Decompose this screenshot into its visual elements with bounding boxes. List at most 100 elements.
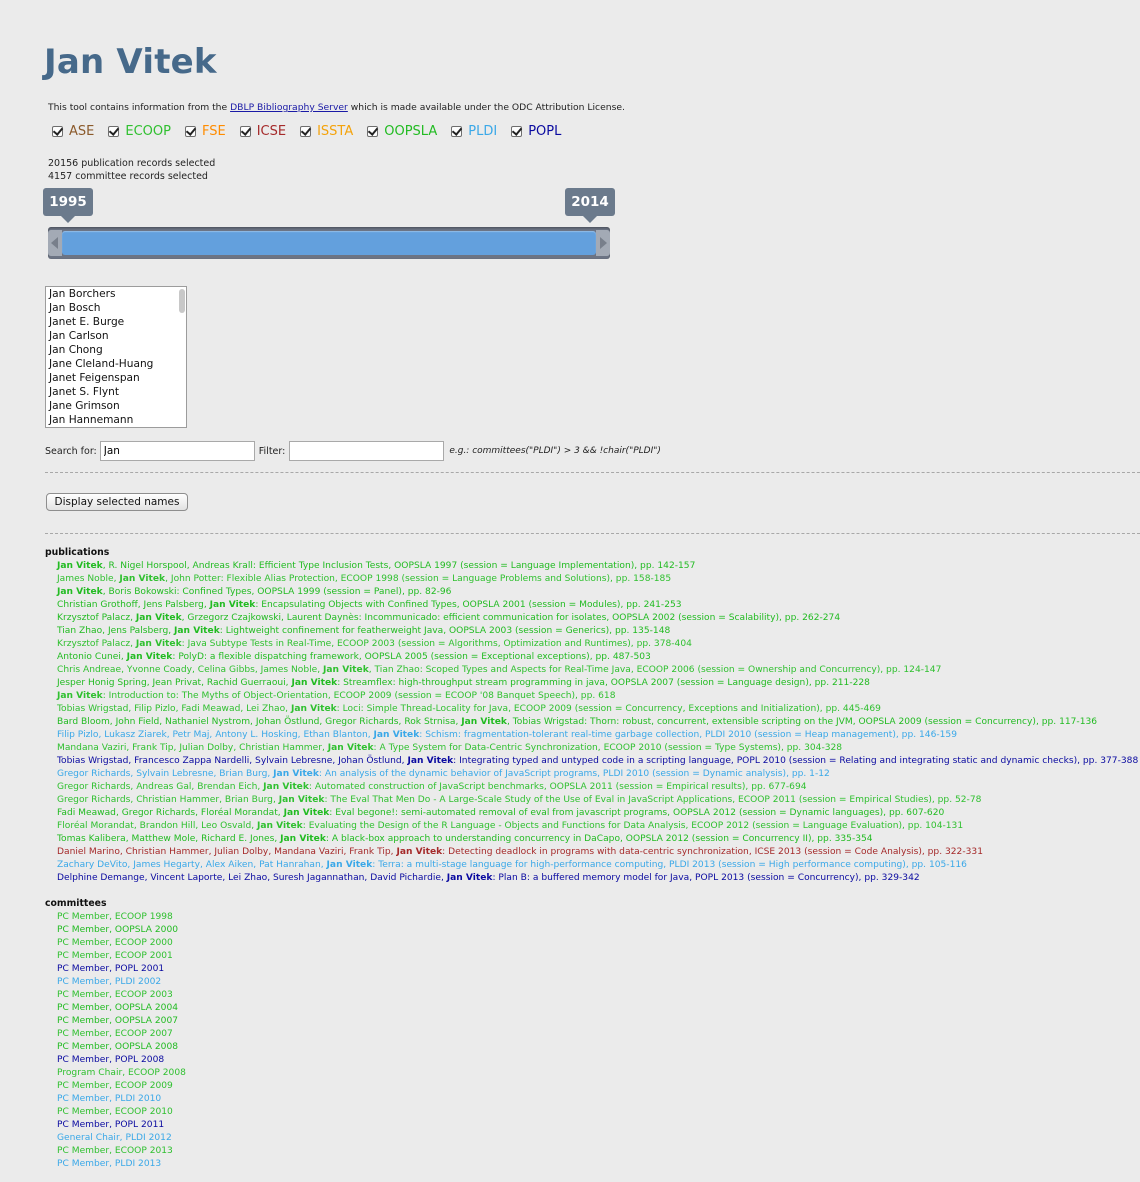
committee-entry: PC Member, ECOOP 2003	[57, 990, 173, 1000]
author-highlight: Jan Vitek	[273, 769, 319, 779]
conference-label: ICSE	[256, 123, 287, 139]
name-option[interactable]: Jane Cleland-Huang	[46, 357, 186, 371]
checkbox-icse[interactable]	[239, 125, 251, 137]
publication-text: Krzysztof Palacz,	[57, 613, 136, 623]
name-option[interactable]: Jan Hannemann	[46, 413, 186, 427]
author-highlight: Jan Vitek	[291, 678, 338, 688]
author-highlight: Jan Vitek	[283, 808, 330, 818]
conference-filter-fse[interactable]: FSE	[184, 124, 226, 139]
publication-text: Gregor Richards, Sylvain Lebresne, Brian…	[57, 769, 274, 779]
publication-entry: Tobias Wrigstad, Francesco Zappa Nardell…	[57, 755, 1138, 768]
committees-header: committees	[45, 898, 107, 909]
conference-filter-popl[interactable]: POPL	[511, 124, 561, 139]
committee-entry: PC Member, ECOOP 2009	[57, 1081, 173, 1091]
name-option[interactable]: Jan Borchers	[46, 287, 186, 301]
name-option[interactable]: Jane Grimson	[46, 399, 186, 413]
checkbox-issta[interactable]	[300, 125, 312, 137]
publication-text: Bard Bloom, John Field, Nathaniel Nystro…	[57, 717, 462, 727]
checkbox-oopsla[interactable]	[367, 125, 379, 137]
publication-entry: Gregor Richards, Sylvain Lebresne, Brian…	[57, 768, 1138, 781]
author-highlight: Jan Vitek	[57, 561, 103, 571]
publication-entry: Bard Bloom, John Field, Nathaniel Nystro…	[57, 716, 1138, 729]
author-highlight: Jan Vitek	[278, 795, 325, 805]
committee-entry: PC Member, OOPSLA 2007	[57, 1016, 179, 1026]
publication-text: , Boris Bokowski: Confined Types, OOPSLA…	[102, 587, 452, 597]
author-highlight: Jan Vitek	[135, 639, 182, 649]
publication-text: : Loci: Simple Thread-Locality for Java,…	[336, 704, 881, 714]
year-to-label: 2014	[565, 188, 615, 223]
filter-label: Filter:	[258, 445, 286, 457]
publication-text: Jesper Honig Spring, Jean Privat, Rachid…	[57, 678, 292, 688]
filter-input[interactable]	[289, 441, 445, 461]
publication-entry: Delphine Demange, Vincent Laporte, Lei Z…	[57, 872, 1138, 885]
dblp-link[interactable]: DBLP Bibliography Server	[230, 102, 348, 113]
publication-entry: Jan Vitek: Introduction to: The Myths of…	[57, 690, 1138, 703]
search-row: Search for: Filter: e.g.: committees("PL…	[45, 440, 661, 462]
publication-text: Tian Zhao, Jens Palsberg,	[57, 626, 175, 636]
publication-entry: Gregor Richards, Andreas Gal, Brendan Ei…	[57, 781, 1138, 794]
conference-filter-pldi[interactable]: PLDI	[451, 124, 497, 139]
conference-filter-ase[interactable]: ASE	[52, 124, 94, 139]
publication-entry: Fadi Meawad, Gregor Richards, Floréal Mo…	[57, 807, 1138, 820]
publication-entry: Tomas Kalibera, Matthew Mole, Richard E.…	[57, 833, 1138, 846]
search-input[interactable]	[99, 441, 255, 461]
publication-entry: Christian Grothoff, Jens Palsberg, Jan V…	[57, 599, 1138, 612]
conference-filter-issta[interactable]: ISSTA	[300, 124, 353, 139]
publication-text: , Grzegorz Czajkowski, Laurent Daynès: I…	[181, 613, 841, 623]
checkbox-ecoop[interactable]	[108, 125, 120, 137]
name-list[interactable]: Jan Borchers Jan Bosch Janet E. Burge Jan C…	[45, 286, 187, 428]
search-label: Search for:	[45, 445, 97, 457]
author-highlight: Jan Vitek	[174, 626, 220, 636]
author-highlight: Jan Vitek	[396, 847, 443, 857]
author-highlight: Jan Vitek	[373, 730, 420, 740]
author-highlight: Jan Vitek	[327, 743, 374, 753]
selected-range[interactable]	[62, 231, 596, 255]
conference-filter-icse[interactable]: ICSE	[239, 123, 287, 139]
publication-text: : Terra: a multi-stage language for high…	[372, 860, 967, 870]
year-range-slider[interactable]	[48, 227, 610, 259]
publication-text: : A Type System for Data-Centric Synchro…	[373, 743, 843, 753]
publication-entry: Daniel Marino, Christian Hammer, Julian …	[57, 846, 1138, 859]
committee-count: 4157 committee records selected	[48, 171, 208, 182]
filter-example: e.g.: committees("PLDI") > 3 && !chair("…	[449, 446, 661, 456]
conference-filter-ecoop[interactable]: ECOOP	[108, 124, 171, 139]
publication-text: : PolyD: a flexible dispatching framewor…	[172, 652, 651, 662]
publication-text: : An analysis of the dynamic behavior of…	[318, 769, 830, 779]
intro-text: This tool contains information from the …	[48, 102, 625, 113]
name-option[interactable]: Jan Bosch	[46, 301, 186, 315]
publication-entry: Mandana Vaziri, Frank Tip, Julian Dolby,…	[57, 742, 1138, 755]
conference-filter-oopsla[interactable]: OOPSLA	[367, 124, 437, 139]
name-list-scrollbar[interactable]	[179, 289, 185, 313]
author-highlight: Jan Vitek	[280, 834, 326, 844]
publication-entry: Krzysztof Palacz, Jan Vitek, Grzegorz Cz…	[57, 612, 1138, 625]
checkbox-pldi[interactable]	[451, 125, 463, 137]
publication-entry: Filip Pizlo, Lukasz Ziarek, Petr Maj, An…	[57, 729, 1138, 742]
publication-text: , John Potter: Flexible Alias Protection…	[165, 574, 672, 584]
slider-right-handle[interactable]	[596, 230, 610, 256]
name-option[interactable]: Janet E. Burge	[46, 315, 186, 329]
name-option[interactable]: Jan Carlson	[46, 329, 186, 343]
name-option[interactable]: Janet Feigenspan	[46, 371, 186, 385]
publication-text: Mandana Vaziri, Frank Tip, Julian Dolby,…	[57, 743, 328, 753]
committee-entry: PC Member, ECOOP 2007	[57, 1029, 173, 1039]
slider-left-handle[interactable]	[48, 230, 62, 256]
committee-entry: PC Member, PLDI 2002	[57, 977, 162, 987]
publication-text: Christian Grothoff, Jens Palsberg,	[57, 600, 210, 610]
conference-label: ECOOP	[125, 123, 171, 139]
conference-label: PLDI	[468, 123, 498, 139]
publication-text: : Encapsulating Objects with Confined Ty…	[255, 600, 682, 610]
publication-text: Gregor Richards, Andreas Gal, Brendan Ei…	[57, 782, 264, 792]
name-option[interactable]: Janet S. Flynt	[46, 385, 186, 399]
checkbox-popl[interactable]	[511, 125, 523, 137]
publication-text: Tomas Kalibera, Matthew Mole, Richard E.…	[57, 834, 281, 844]
publication-text: : A black-box approach to understanding …	[325, 834, 873, 844]
publication-text: : Eval begone!: semi-automated removal o…	[329, 808, 945, 818]
publication-text: : Introduction to: The Myths of Object-O…	[102, 691, 616, 701]
publication-text: : Integrating typed and untyped code in …	[453, 756, 1139, 766]
name-option[interactable]: Jan Chong	[46, 343, 186, 357]
checkbox-fse[interactable]	[184, 125, 196, 137]
checkbox-ase[interactable]	[52, 125, 63, 137]
display-selected-names-button[interactable]: Display selected names	[46, 493, 188, 511]
publication-text: Filip Pizlo, Lukasz Ziarek, Petr Maj, An…	[57, 730, 374, 740]
divider	[45, 533, 1140, 534]
